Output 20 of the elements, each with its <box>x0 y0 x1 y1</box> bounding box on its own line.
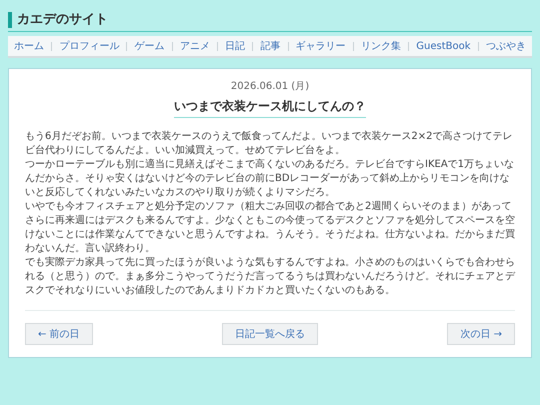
site-title: カエデのサイト <box>8 12 108 28</box>
body-paragraph: もう6月だぞお前。いつまで衣装ケースのうえで飯食ってんだよ。いつまで衣装ケース2×2で高さつけてテレビ台代わりにしてるんだよ。いい加減買えって。せめてテレビ台をよ。 <box>25 130 514 158</box>
nav-link[interactable]: つぶやき <box>484 39 528 53</box>
nav-link[interactable]: プロフィール <box>57 39 122 53</box>
previous-day-button[interactable]: ← 前の日 <box>25 323 93 345</box>
diary-list-button[interactable]: 日記一覧へ戻る <box>222 323 318 345</box>
nav-link[interactable]: 記事 <box>258 39 282 53</box>
nav-link[interactable]: ゲーム <box>132 39 167 53</box>
nav-link[interactable]: ギャラリー <box>294 39 348 53</box>
nav-link[interactable]: アニメ <box>178 39 212 53</box>
body-paragraph: つーかローテーブルも別に適当に見繕えばそこまで高くないのあるだろ。テレビ台ですらIKEAで1万ちょいなんだからさ。そりゃ安くはないけど今のテレビ台の前にBDレコーダーがあって斜め上からリモコンを向けないと反応してくれないみたいなカスのやり取りが続くよりマシだろ。 <box>25 158 515 200</box>
nav-link[interactable]: リンク集 <box>358 39 403 53</box>
body-paragraph: いやでも今オフィスチェアと処分予定のソファ（粗大ごみ回収の都合であと2週間くらいそのまま）があってさらに再来週にはデスクも来るんですよ。少なくともこの今使ってるデスクとソファを処分してスペースを空けないことには作業なんてできないと思うんですよね。うんそう。そうだよね。仕方ないよね。だからまだ買わないんだ。言い訳終わり。 <box>25 200 515 256</box>
nav-link[interactable]: 日記 <box>223 39 248 53</box>
entry-date: 2026.06.01 (月) <box>230 80 310 93</box>
nav-link[interactable]: GuestBook <box>414 40 473 52</box>
body-paragraph: でも実際デカ家具って先に買ったほうが良いような気もするんですよね。小さめのものはいくらでも合わせられる（と思う）ので。まぁ多分こうやってうだうだ言ってるうちは買わないんだろうけど。それにチェアとデスクでそれなりにいいお値段したのであんまりドカドカと買いたくないのもある。 <box>25 256 515 298</box>
entry-title: いつまで衣装ケース机にしてんの？ <box>174 98 366 118</box>
nav-link[interactable]: ホーム <box>12 39 46 53</box>
next-day-button[interactable]: 次の日 → <box>447 323 515 345</box>
